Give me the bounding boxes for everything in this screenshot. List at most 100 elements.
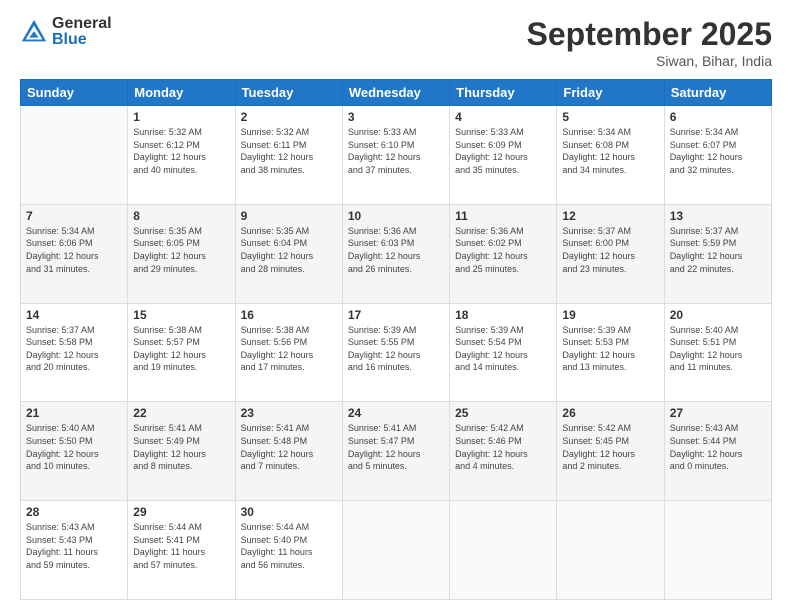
calendar-cell: 23 Sunrise: 5:41 AM Sunset: 5:48 PM Dayli… [235,402,342,501]
day-number: 7 [26,209,122,223]
page: General Blue September 2025 Siwan, Bihar… [0,0,792,612]
day-info: Sunrise: 5:35 AM Sunset: 6:04 PM Dayligh… [241,225,337,275]
day-info: Sunrise: 5:43 AM Sunset: 5:43 PM Dayligh… [26,521,122,571]
calendar-cell: 13Sunrise: 5:37 AM Sunset: 5:59 PM Dayli… [664,204,771,303]
calendar-cell: 12 Sunrise: 5:37 AM Sunset: 6:00 PM Dayli… [557,204,664,303]
day-info: Sunrise: 5:41 AM Sunset: 5:47 PM Dayligh… [348,422,444,472]
calendar-cell: 2 Sunrise: 5:32 AM Sunset: 6:11 PM Daylig… [235,106,342,205]
calendar-cell: 19Sunrise: 5:39 AM Sunset: 5:53 PM Dayli… [557,303,664,402]
day-number: 2 [241,110,337,124]
day-number: 30 [241,505,337,519]
day-info: Sunrise: 5:43 AM Sunset: 5:44 PM Dayligh… [670,422,766,472]
col-tuesday: Tuesday [235,80,342,106]
calendar-table: Sunday Monday Tuesday Wednesday Thursday… [20,79,772,600]
header: General Blue September 2025 Siwan, Bihar… [20,16,772,69]
week-row-1: 7 Sunrise: 5:34 AM Sunset: 6:06 PM Daylig… [21,204,772,303]
logo-icon [20,18,48,46]
day-info: Sunrise: 5:40 AM Sunset: 5:50 PM Dayligh… [26,422,122,472]
calendar-cell: 28 Sunrise: 5:43 AM Sunset: 5:43 PM Dayli… [21,501,128,600]
calendar-cell: 11 Sunrise: 5:36 AM Sunset: 6:02 PM Dayli… [450,204,557,303]
calendar-cell: 3Sunrise: 5:33 AM Sunset: 6:10 PM Daylig… [342,106,449,205]
day-info: Sunrise: 5:34 AM Sunset: 6:06 PM Dayligh… [26,225,122,275]
day-number: 28 [26,505,122,519]
calendar-cell: 26 Sunrise: 5:42 AM Sunset: 5:45 PM Dayli… [557,402,664,501]
calendar-cell: 4 Sunrise: 5:33 AM Sunset: 6:09 PM Daylig… [450,106,557,205]
calendar-cell [664,501,771,600]
day-info: Sunrise: 5:37 AM Sunset: 6:00 PM Dayligh… [562,225,658,275]
day-info: Sunrise: 5:32 AM Sunset: 6:11 PM Dayligh… [241,126,337,176]
day-info: Sunrise: 5:34 AM Sunset: 6:08 PM Dayligh… [562,126,658,176]
calendar-cell: 14 Sunrise: 5:37 AM Sunset: 5:58 PM Dayli… [21,303,128,402]
day-info: Sunrise: 5:32 AM Sunset: 6:12 PM Dayligh… [133,126,229,176]
day-number: 4 [455,110,551,124]
calendar-cell [21,106,128,205]
calendar-cell: 17Sunrise: 5:39 AM Sunset: 5:55 PM Dayli… [342,303,449,402]
day-info: Sunrise: 5:42 AM Sunset: 5:46 PM Dayligh… [455,422,551,472]
day-info: Sunrise: 5:34 AM Sunset: 6:07 PM Dayligh… [670,126,766,176]
day-number: 10 [348,209,444,223]
calendar-cell [557,501,664,600]
calendar-cell: 18 Sunrise: 5:39 AM Sunset: 5:54 PM Dayli… [450,303,557,402]
day-number: 18 [455,308,551,322]
day-number: 1 [133,110,229,124]
calendar-cell [342,501,449,600]
day-info: Sunrise: 5:33 AM Sunset: 6:09 PM Dayligh… [455,126,551,176]
day-info: Sunrise: 5:42 AM Sunset: 5:45 PM Dayligh… [562,422,658,472]
day-number: 11 [455,209,551,223]
calendar-cell: 24 Sunrise: 5:41 AM Sunset: 5:47 PM Dayli… [342,402,449,501]
logo-general-label: General [52,16,112,32]
day-number: 24 [348,406,444,420]
calendar-cell: 10 Sunrise: 5:36 AM Sunset: 6:03 PM Dayli… [342,204,449,303]
calendar-cell: 29 Sunrise: 5:44 AM Sunset: 5:41 PM Dayli… [128,501,235,600]
location: Siwan, Bihar, India [527,53,772,69]
day-number: 16 [241,308,337,322]
day-number: 21 [26,406,122,420]
week-row-3: 21 Sunrise: 5:40 AM Sunset: 5:50 PM Dayli… [21,402,772,501]
day-number: 25 [455,406,551,420]
month-title: September 2025 [527,16,772,53]
day-info: Sunrise: 5:37 AM Sunset: 5:58 PM Dayligh… [26,324,122,374]
day-info: Sunrise: 5:33 AM Sunset: 6:10 PM Dayligh… [348,126,444,176]
day-number: 23 [241,406,337,420]
day-info: Sunrise: 5:41 AM Sunset: 5:48 PM Dayligh… [241,422,337,472]
calendar-cell: 22Sunrise: 5:41 AM Sunset: 5:49 PM Dayli… [128,402,235,501]
week-row-4: 28 Sunrise: 5:43 AM Sunset: 5:43 PM Dayli… [21,501,772,600]
day-info: Sunrise: 5:35 AM Sunset: 6:05 PM Dayligh… [133,225,229,275]
col-wednesday: Wednesday [342,80,449,106]
day-number: 22 [133,406,229,420]
calendar-cell: 21 Sunrise: 5:40 AM Sunset: 5:50 PM Dayli… [21,402,128,501]
day-number: 15 [133,308,229,322]
day-number: 9 [241,209,337,223]
day-number: 20 [670,308,766,322]
calendar-cell: 9 Sunrise: 5:35 AM Sunset: 6:04 PM Daylig… [235,204,342,303]
calendar-cell: 20 Sunrise: 5:40 AM Sunset: 5:51 PM Dayli… [664,303,771,402]
calendar-cell: 25 Sunrise: 5:42 AM Sunset: 5:46 PM Dayli… [450,402,557,501]
day-number: 29 [133,505,229,519]
day-number: 19 [562,308,658,322]
day-info: Sunrise: 5:36 AM Sunset: 6:02 PM Dayligh… [455,225,551,275]
day-number: 27 [670,406,766,420]
calendar-cell: 6 Sunrise: 5:34 AM Sunset: 6:07 PM Daylig… [664,106,771,205]
day-info: Sunrise: 5:44 AM Sunset: 5:41 PM Dayligh… [133,521,229,571]
calendar-cell: 15Sunrise: 5:38 AM Sunset: 5:57 PM Dayli… [128,303,235,402]
week-row-0: 1 Sunrise: 5:32 AM Sunset: 6:12 PM Daylig… [21,106,772,205]
calendar-cell: 16 Sunrise: 5:38 AM Sunset: 5:56 PM Dayli… [235,303,342,402]
day-number: 14 [26,308,122,322]
day-info: Sunrise: 5:38 AM Sunset: 5:56 PM Dayligh… [241,324,337,374]
day-number: 6 [670,110,766,124]
day-number: 26 [562,406,658,420]
day-number: 8 [133,209,229,223]
col-monday: Monday [128,80,235,106]
calendar-cell: 8 Sunrise: 5:35 AM Sunset: 6:05 PM Daylig… [128,204,235,303]
calendar-cell: 7 Sunrise: 5:34 AM Sunset: 6:06 PM Daylig… [21,204,128,303]
day-info: Sunrise: 5:36 AM Sunset: 6:03 PM Dayligh… [348,225,444,275]
day-number: 12 [562,209,658,223]
week-row-2: 14 Sunrise: 5:37 AM Sunset: 5:58 PM Dayli… [21,303,772,402]
col-friday: Friday [557,80,664,106]
col-thursday: Thursday [450,80,557,106]
day-info: Sunrise: 5:37 AM Sunset: 5:59 PM Dayligh… [670,225,766,275]
day-info: Sunrise: 5:40 AM Sunset: 5:51 PM Dayligh… [670,324,766,374]
day-info: Sunrise: 5:39 AM Sunset: 5:54 PM Dayligh… [455,324,551,374]
day-info: Sunrise: 5:44 AM Sunset: 5:40 PM Dayligh… [241,521,337,571]
calendar-cell: 27 Sunrise: 5:43 AM Sunset: 5:44 PM Dayli… [664,402,771,501]
